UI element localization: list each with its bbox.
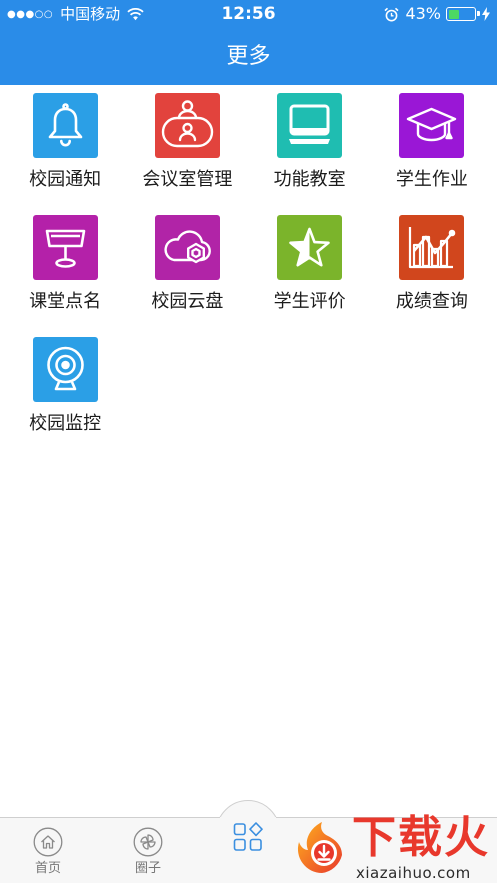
graduation-cap-icon: [407, 107, 457, 142]
app-label: 学生评价: [273, 291, 346, 312]
app-tile[interactable]: [399, 93, 465, 158]
app-tile[interactable]: [154, 215, 220, 280]
app-function-classroom[interactable]: 功能教室: [249, 85, 371, 207]
battery-level-fill: [448, 9, 460, 19]
cloud-drive-icon: [164, 230, 211, 264]
app-meeting-room[interactable]: 会议室管理: [126, 85, 248, 207]
watermark: 下载火 xiazaihuo.com: [292, 812, 497, 883]
app-label: 校园云盘: [151, 291, 224, 312]
app-grade-query[interactable]: 成绩查询: [371, 207, 493, 329]
app-tile[interactable]: [399, 215, 465, 280]
app-campus-monitor[interactable]: 校园监控: [4, 329, 126, 451]
app-tile[interactable]: [154, 93, 220, 158]
app-tile[interactable]: [32, 93, 98, 158]
tab-label: 圈子: [134, 861, 161, 876]
app-label: 校园通知: [29, 169, 102, 190]
bell-icon: [48, 103, 82, 147]
app-label: 功能教室: [273, 169, 346, 190]
status-right: 43%: [384, 5, 490, 23]
battery-icon: [446, 7, 480, 21]
app-grid: 校园通知 会议室管理 功能教室 学生作业 课堂点名 校园云盘 学生评价 成绩查询…: [4, 85, 493, 451]
app-tile[interactable]: [32, 337, 98, 402]
tab-circle[interactable]: 圈子: [98, 818, 198, 883]
webcam-icon: [46, 346, 84, 391]
charging-icon: [482, 7, 490, 21]
tab-home[interactable]: 首页: [0, 818, 98, 883]
flame-logo-icon: [297, 822, 342, 874]
app-label: 校园监控: [29, 413, 102, 434]
battery-nub: [477, 11, 480, 16]
grid-icon: [233, 822, 263, 851]
app-tile[interactable]: [277, 215, 343, 280]
app-campus-notice[interactable]: 校园通知: [4, 85, 126, 207]
monitor-icon: [289, 104, 331, 144]
top-bar: ●●●○○ 中国移动 12:56 43% 更多: [0, 0, 497, 85]
pinwheel-icon: [133, 827, 163, 857]
tab-more[interactable]: [233, 822, 263, 852]
lamp-icon: [45, 229, 85, 268]
home-icon: [33, 827, 63, 857]
chart-icon: [409, 227, 456, 269]
star-icon: [289, 227, 330, 267]
app-student-homework[interactable]: 学生作业: [371, 85, 493, 207]
app-label: 课堂点名: [29, 291, 102, 312]
tab-bar-bump-cover: [220, 817, 276, 820]
tab-label: 首页: [34, 861, 61, 876]
page-title: 更多: [226, 44, 271, 69]
app-student-evaluation[interactable]: 学生评价: [249, 207, 371, 329]
status-bar: ●●●○○ 中国移动 12:56 43%: [0, 0, 497, 28]
app-label: 会议室管理: [142, 169, 233, 190]
more-page: ●●●○○ 中国移动 12:56 43% 更多 校园通知 会议室管理 功能教室 …: [0, 0, 497, 883]
app-tile[interactable]: [32, 215, 98, 280]
watermark-url: xiazaihuo.com: [356, 864, 471, 882]
app-cloud-drive[interactable]: 校园云盘: [126, 207, 248, 329]
app-roll-call[interactable]: 课堂点名: [4, 207, 126, 329]
meeting-room-icon: [161, 100, 214, 148]
app-label: 学生作业: [395, 169, 468, 190]
alarm-icon: [384, 7, 399, 22]
app-label: 成绩查询: [395, 291, 468, 312]
watermark-brand: 下载火: [352, 812, 490, 863]
app-tile[interactable]: [277, 93, 343, 158]
battery-percentage: 43%: [405, 4, 441, 23]
